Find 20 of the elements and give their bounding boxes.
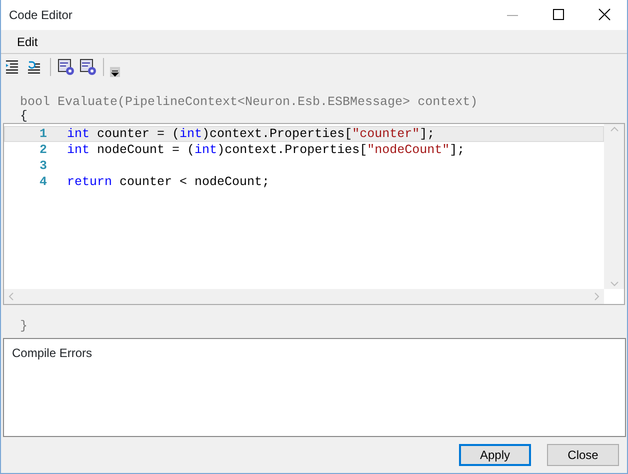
- errors-label: Compile Errors: [12, 346, 92, 360]
- line-number: 1: [38, 126, 48, 143]
- minimize-icon: [506, 14, 518, 16]
- window-title: Code Editor: [9, 7, 74, 24]
- code-editor[interactable]: 1 int counter = (int)context.Properties["counter"]; 2 int nodeCount = (int)context.Properties["nodeCount"]; 3 4 return counter < nodeCount;: [3, 123, 625, 305]
- line-number: 2: [38, 142, 48, 159]
- dialog-button[interactable]: Apply: [459, 444, 531, 466]
- code-line: int counter = (int)context.Properties["counter"];: [67, 126, 435, 143]
- code-brace: }: [19, 318, 29, 335]
- line-number: 3: [38, 158, 48, 175]
- code-line: int nodeCount = (int)context.Properties["nodeCount"];: [67, 142, 465, 159]
- document-gear-icon[interactable]: [79, 58, 97, 76]
- overflow-icon[interactable]: [110, 64, 120, 78]
- code-line: return counter < nodeCount;: [67, 174, 270, 191]
- code-brace: {: [19, 111, 29, 121]
- document-gear-icon[interactable]: [57, 58, 75, 76]
- dialog-button[interactable]: Close: [547, 444, 619, 466]
- line-number: 4: [38, 174, 48, 191]
- menu-item[interactable]: Edit: [9, 30, 46, 52]
- code-signature: bool Evaluate(PipelineContext<Neuron.Esb.ESBMessage> context): [19, 94, 479, 110]
